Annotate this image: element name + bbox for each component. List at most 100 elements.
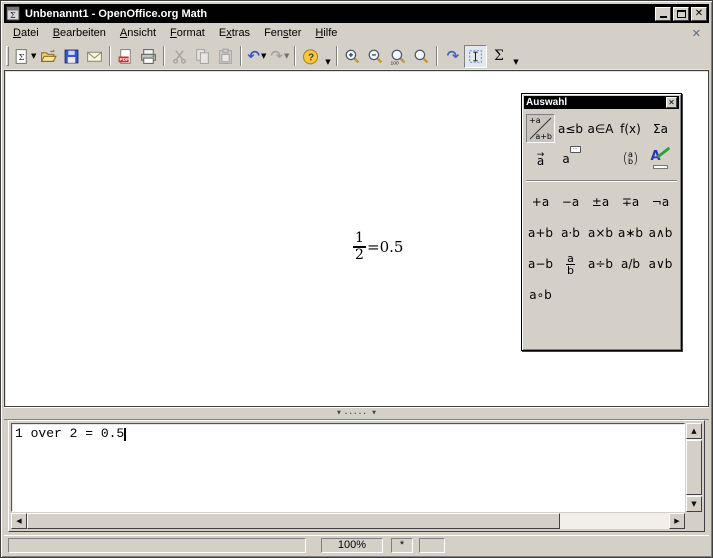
- menu-extras[interactable]: Extras: [212, 25, 257, 41]
- palette-close-button[interactable]: ✕: [666, 97, 677, 108]
- save-document-button[interactable]: [60, 45, 83, 68]
- app-icon: Σ: [6, 6, 21, 21]
- zoom-level[interactable]: 100%: [321, 538, 383, 553]
- toolbar-separator: [436, 46, 438, 66]
- fraction: 1 2: [353, 231, 366, 263]
- zoom-in-button[interactable]: [341, 45, 364, 68]
- arrow-right-icon: ▶: [674, 518, 679, 525]
- dropdown-arrow-icon: ▼: [261, 53, 266, 60]
- palette-title: Auswahl: [526, 98, 666, 108]
- palette-symbol[interactable]: ±a: [586, 187, 615, 217]
- formula-rhs: =0.5: [367, 238, 403, 256]
- toolbar-options-button[interactable]: ▼: [510, 45, 521, 68]
- command-editor[interactable]: 1 over 2 = 0.5: [11, 423, 685, 512]
- zoom-100-button[interactable]: 100: [387, 45, 410, 68]
- menu-ansicht[interactable]: Ansicht: [113, 25, 163, 41]
- palette-category-formats[interactable]: A: [646, 144, 675, 173]
- toolbar-grip[interactable]: [6, 46, 9, 66]
- export-pdf-button[interactable]: PDF: [114, 45, 137, 68]
- maximize-button[interactable]: [673, 7, 689, 21]
- palette-symbol[interactable]: +a: [526, 187, 555, 217]
- palette-categories: +aa+ba≤ba∈Af(x)Σa →aa··· (ab)A: [522, 111, 681, 173]
- toolbar-options-button[interactable]: ▼: [322, 45, 333, 68]
- scroll-right-button[interactable]: ▶: [669, 513, 685, 529]
- palette-symbol[interactable]: a∧b: [646, 218, 675, 248]
- zoom-out-button[interactable]: [364, 45, 387, 68]
- help-button[interactable]: ?: [299, 45, 322, 68]
- scroll-up-button[interactable]: ▲: [686, 423, 702, 439]
- palette-symbol[interactable]: a+b: [526, 218, 555, 248]
- palette-category-brackets[interactable]: (ab): [616, 144, 645, 173]
- menu-fenster[interactable]: Fenster: [257, 25, 308, 41]
- new-formula-button[interactable]: Σ▼: [12, 45, 37, 68]
- formula-cursor-button[interactable]: [464, 45, 487, 68]
- undo-icon: ↶: [247, 49, 260, 64]
- menu-hilfe[interactable]: Hilfe: [308, 25, 344, 41]
- close-document-icon[interactable]: ✕: [686, 27, 707, 40]
- print-button[interactable]: [137, 45, 160, 68]
- paste-button[interactable]: [214, 45, 237, 68]
- window-splitter[interactable]: ▼·····▼: [4, 407, 709, 420]
- dropdown-arrow-icon: ▼: [284, 53, 289, 60]
- minimize-button[interactable]: [655, 7, 671, 21]
- copy-button[interactable]: [191, 45, 214, 68]
- formula-display: 1 2 =0.5: [353, 231, 403, 263]
- palette-category-empty: [586, 144, 615, 173]
- svg-text:PDF: PDF: [120, 57, 129, 62]
- menu-datei[interactable]: Datei: [6, 25, 46, 41]
- palette-category-operators[interactable]: Σa: [646, 114, 675, 143]
- palette-symbol[interactable]: ∓a: [616, 187, 645, 217]
- palette-symbol[interactable]: a÷b: [586, 249, 615, 279]
- palette-symbol[interactable]: a∨b: [646, 249, 675, 279]
- palette-symbol[interactable]: a∗b: [616, 218, 645, 248]
- zoom-all-button[interactable]: [410, 45, 433, 68]
- titlebar[interactable]: Σ Unbenannt1 - OpenOffice.org Math ✕: [4, 4, 709, 23]
- scroll-left-button[interactable]: ◀: [11, 513, 27, 529]
- palette-symbol[interactable]: ¬a: [646, 187, 675, 217]
- palette-symbol[interactable]: a/b: [616, 249, 645, 279]
- vscroll-track[interactable]: [686, 439, 702, 496]
- toolbar-separator: [109, 46, 111, 66]
- new-formula-icon: Σ: [13, 48, 30, 65]
- symbols-catalog-button[interactable]: Σ: [487, 45, 510, 68]
- svg-text:?: ?: [308, 52, 314, 63]
- document-as-email-button[interactable]: [83, 45, 106, 68]
- symbols-catalog-icon: Σ: [494, 49, 504, 63]
- splitter-grip-icon: ▼·····▼: [337, 410, 376, 418]
- palette-category-relations[interactable]: a≤b: [556, 114, 585, 143]
- palette-symbol[interactable]: a×b: [586, 218, 615, 248]
- command-vscrollbar[interactable]: ▲ ▼: [686, 423, 702, 512]
- cut-button[interactable]: [168, 45, 191, 68]
- palette-symbol[interactable]: a∘b: [526, 280, 555, 310]
- redo-button[interactable]: ↷▼: [268, 45, 291, 68]
- hscroll-thumb[interactable]: [27, 513, 560, 529]
- palette-symbol[interactable]: −a: [556, 187, 585, 217]
- command-hscrollbar[interactable]: ◀ ▶: [11, 513, 685, 529]
- document-as-email-icon: [86, 48, 103, 65]
- document-view[interactable]: 1 2 =0.5 Auswahl ✕ +aa+ba≤ba∈Af(x)Σa→aa·…: [4, 70, 709, 407]
- open-document-button[interactable]: [37, 45, 60, 68]
- palette-category-functions[interactable]: f(x): [616, 114, 645, 143]
- menu-format[interactable]: Format: [163, 25, 212, 41]
- redraw-button[interactable]: ↷: [441, 45, 464, 68]
- svg-text:100: 100: [391, 60, 399, 65]
- menu-bearbeiten[interactable]: Bearbeiten: [46, 25, 113, 41]
- close-button[interactable]: ✕: [691, 7, 707, 21]
- vscroll-thumb[interactable]: [686, 440, 702, 495]
- palette-symbol[interactable]: ab: [556, 249, 585, 279]
- palette-category-attributes[interactable]: →a: [526, 144, 555, 173]
- palette-symbol[interactable]: a−b: [526, 249, 555, 279]
- app-window: Σ Unbenannt1 - OpenOffice.org Math ✕ Dat…: [0, 0, 713, 558]
- palette-titlebar[interactable]: Auswahl ✕: [524, 96, 679, 109]
- toolbar: Σ▼PDF↶▼↷▼?▼100↷Σ▼: [4, 43, 709, 70]
- undo-button[interactable]: ↶▼: [245, 45, 268, 68]
- help-icon: ?: [302, 48, 319, 65]
- toolbar-separator: [294, 46, 296, 66]
- hscroll-track[interactable]: [27, 513, 669, 529]
- palette-symbol[interactable]: a⋅b: [556, 218, 585, 248]
- scroll-down-button[interactable]: ▼: [686, 496, 702, 512]
- palette-category-others[interactable]: a···: [556, 144, 585, 173]
- palette-category-unary-binary-operators[interactable]: +aa+b: [526, 114, 555, 143]
- arrow-left-icon: ◀: [16, 518, 21, 525]
- palette-category-set-operations[interactable]: a∈A: [586, 114, 615, 143]
